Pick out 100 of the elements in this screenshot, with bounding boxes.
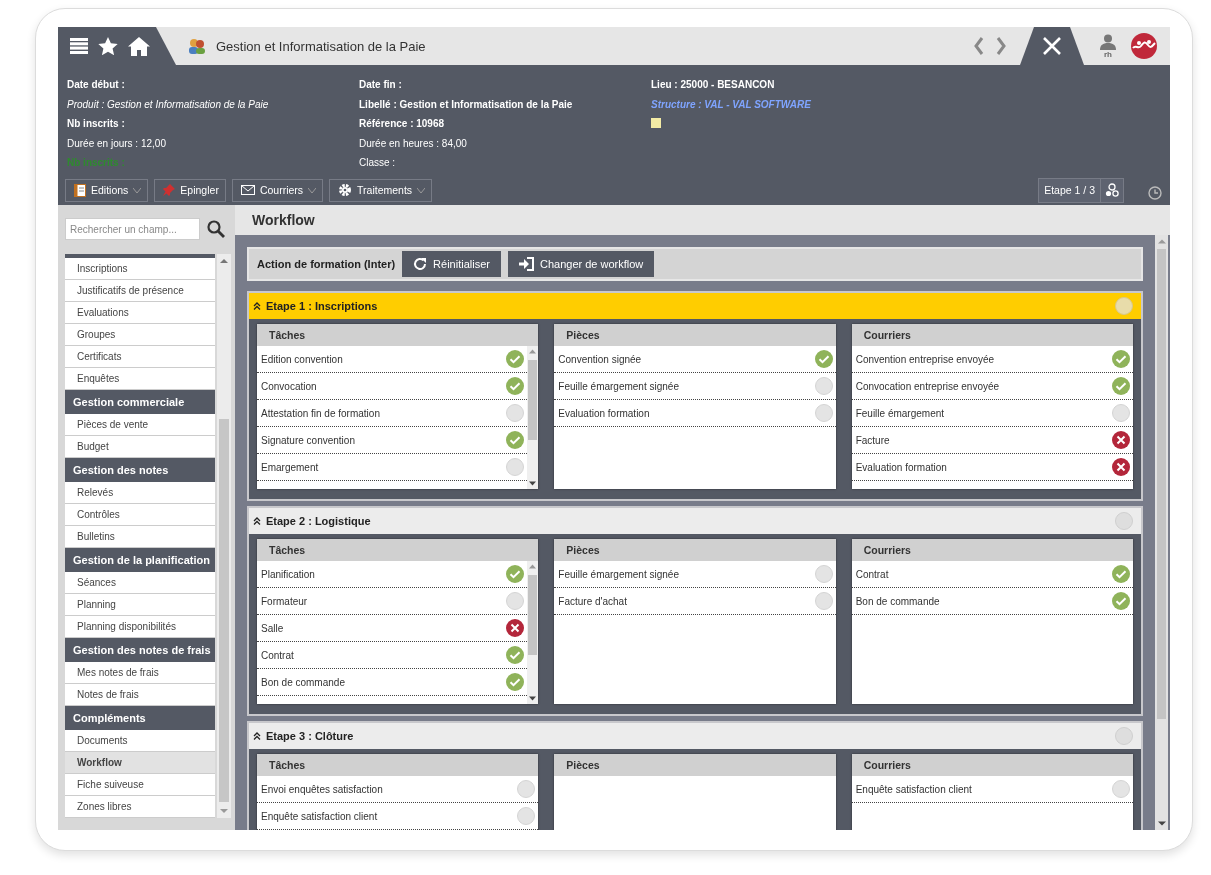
sidebar-item[interactable]: Budget — [65, 436, 215, 458]
task-label: Attestation fin de formation — [261, 407, 380, 419]
task-label: Bon de commande — [261, 676, 345, 688]
task-label: Evaluation formation — [855, 461, 947, 473]
task-label: Contrat — [261, 649, 294, 661]
sidebar-item[interactable]: Pièces de vente — [65, 414, 215, 436]
home-icon[interactable] — [128, 36, 150, 56]
collapse-icon[interactable] — [253, 732, 261, 740]
sidebar-item[interactable]: Notes de frais — [65, 684, 215, 706]
sidebar-item[interactable]: Bulletins — [65, 526, 215, 548]
scroll-down-icon[interactable] — [529, 696, 537, 701]
info-field: Classe : — [359, 157, 396, 168]
sidebar-item[interactable]: Certificats — [65, 346, 215, 368]
clock-icon[interactable] — [1148, 186, 1162, 200]
card-header: Tâches — [257, 324, 539, 346]
card-header: Courriers — [851, 539, 1133, 561]
task-label: Feuille émargement — [855, 407, 945, 419]
status-circle-icon — [1115, 727, 1133, 745]
info-field: Lieu : 25000 - BESANCON — [651, 79, 775, 90]
enter-icon — [518, 257, 534, 271]
action-button[interactable]: Réinitialiser — [402, 251, 501, 277]
sidebar-item[interactable]: Enquêtes — [65, 368, 215, 390]
search-icon[interactable] — [207, 220, 225, 238]
info-field: Produit : Gestion et Informatisation de la Paie — [67, 98, 269, 110]
action-button[interactable]: Changer de workflow — [507, 251, 655, 277]
user-label: rh — [1104, 49, 1112, 59]
task-label: Signature convention — [261, 434, 355, 446]
card-header: Tâches — [257, 754, 539, 776]
scrollbar[interactable] — [527, 561, 539, 704]
menu-icon[interactable] — [70, 38, 88, 54]
book-icon — [74, 183, 86, 197]
task-label: Edition convention — [261, 353, 343, 365]
chevron-right-icon[interactable] — [996, 37, 1006, 55]
section-header: Compléments — [65, 706, 215, 730]
sidebar-item[interactable]: Séances — [65, 572, 215, 594]
logo-icon[interactable] — [1130, 32, 1158, 60]
scroll-up-icon[interactable] — [220, 258, 228, 264]
scroll-down-icon[interactable] — [529, 481, 537, 486]
color-swatch — [651, 118, 661, 128]
collapse-icon[interactable] — [253, 302, 261, 310]
people-icon — [188, 37, 206, 55]
page-title: Gestion et Informatisation de la Paie — [216, 38, 426, 54]
sidebar-item[interactable]: Zones libres — [65, 796, 215, 818]
task-label: Contrat — [855, 568, 889, 580]
scrollbar[interactable] — [217, 254, 231, 818]
step-title: Etape 2 : Logistique — [266, 515, 372, 527]
caret-icon — [308, 187, 317, 193]
info-field: Durée en heures : 84,00 — [359, 137, 467, 149]
sidebar-item[interactable]: Fiche suiveuse — [65, 774, 215, 796]
caret-icon — [133, 187, 142, 193]
card-header: Pièces — [554, 539, 836, 561]
card-header: Tâches — [257, 539, 539, 561]
gear-icon — [338, 183, 353, 197]
task-label: Facture d'achat — [558, 595, 627, 607]
scrollbar[interactable] — [1155, 235, 1168, 830]
step-icon[interactable] — [1105, 183, 1119, 197]
sidebar-item[interactable]: Documents — [65, 730, 215, 752]
task-label: Emargement — [261, 461, 319, 473]
step-header[interactable]: Etape 2 : Logistique — [249, 508, 1141, 534]
task-label: Envoi enquêtes satisfaction — [261, 783, 383, 795]
sidebar-item[interactable]: Groupes — [65, 324, 215, 346]
task-label: Convention signée — [558, 353, 642, 365]
task-label: Convention entreprise envoyée — [855, 353, 995, 365]
search-field[interactable]: Rechercher un champ... — [65, 218, 200, 240]
toolbar-button[interactable]: Epingler — [154, 178, 226, 202]
sidebar-item[interactable]: Planning — [65, 594, 215, 616]
sidebar-item[interactable]: Planning disponibilités — [65, 616, 215, 638]
sidebar-item[interactable]: Mes notes de frais — [65, 662, 215, 684]
star-icon[interactable] — [98, 36, 118, 56]
person-icon[interactable] — [1100, 33, 1116, 50]
task-label: Evaluation formation — [558, 407, 650, 419]
sidebar-item[interactable]: Justificatifs de présence — [65, 280, 215, 302]
step-header[interactable]: Etape 3 : Clôture — [249, 723, 1141, 749]
sidebar-item[interactable]: Inscriptions — [65, 258, 215, 280]
close-icon[interactable] — [1042, 36, 1062, 56]
toolbar-button[interactable]: Editions — [65, 178, 149, 202]
toolbar-button[interactable]: Courriers — [231, 178, 324, 202]
scroll-down-icon[interactable] — [1157, 821, 1166, 826]
sidebar-item[interactable]: Relevés — [65, 482, 215, 504]
scrollbar[interactable] — [527, 346, 539, 489]
task-label: Feuille émargement signée — [558, 568, 679, 580]
step-header[interactable]: Etape 1 : Inscriptions — [249, 293, 1141, 319]
task-label: Salle — [261, 622, 284, 634]
toolbar-button[interactable]: Traitements — [329, 178, 433, 202]
task-label: Bon de commande — [855, 595, 940, 607]
sidebar-item[interactable]: Contrôles — [65, 504, 215, 526]
info-field: Nb inscrits : — [67, 118, 125, 129]
chevron-left-icon[interactable] — [974, 37, 984, 55]
info-field: Référence : 10968 — [359, 118, 445, 129]
caret-icon — [417, 187, 426, 193]
section-header: Gestion de la planification — [65, 548, 215, 572]
sidebar-item[interactable]: Workflow — [65, 752, 215, 774]
task-label: Feuille émargement signée — [558, 380, 679, 392]
task-label: Enquête satisfaction client — [261, 810, 378, 822]
task-label: Facture — [855, 434, 890, 446]
task-label: Convocation entreprise envoyée — [855, 380, 1000, 392]
collapse-icon[interactable] — [253, 517, 261, 525]
card-header: Courriers — [851, 324, 1133, 346]
sidebar-item[interactable]: Evaluations — [65, 302, 215, 324]
info-field: Date fin : — [359, 79, 402, 90]
